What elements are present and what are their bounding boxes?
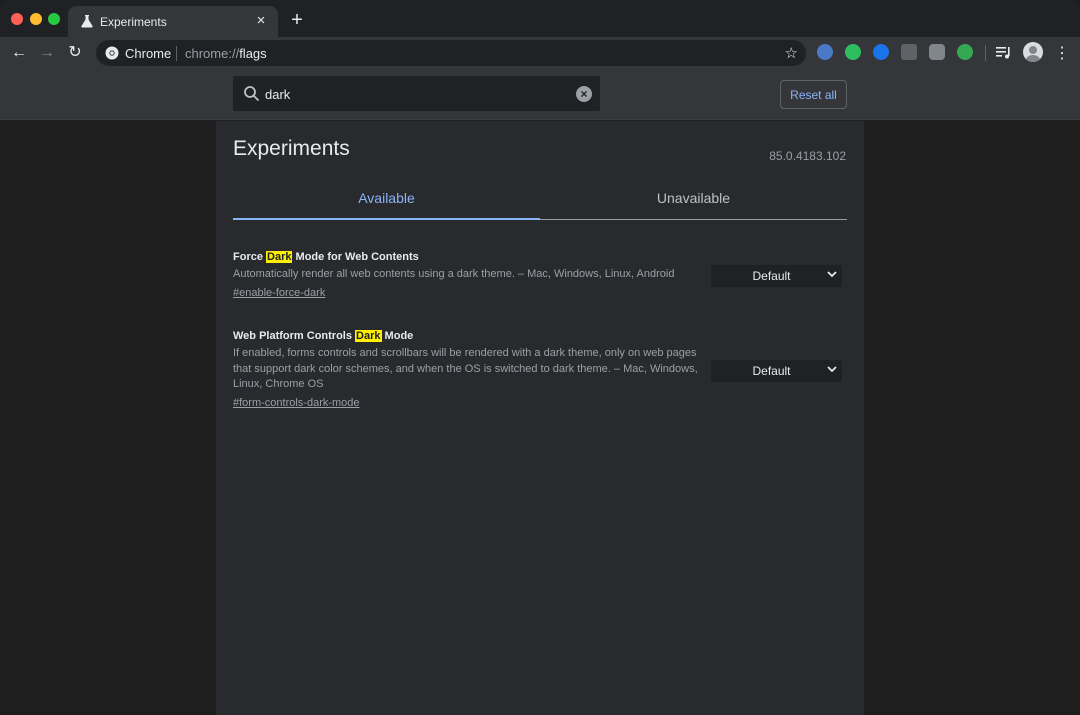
browser-toolbar: ← → ↻ Chrome chrome://flags ☆ ⋮ — [0, 37, 1080, 69]
search-highlight: Dark — [266, 251, 293, 263]
select-value: Default — [752, 364, 791, 378]
search-box[interactable]: × — [233, 76, 600, 111]
close-window-button[interactable] — [11, 13, 23, 25]
clear-search-icon[interactable]: × — [576, 86, 592, 102]
toolbar-divider — [985, 45, 986, 61]
back-button[interactable]: ← — [8, 42, 30, 64]
url-scheme: chrome:// — [185, 46, 240, 61]
flag-anchor-link[interactable]: #enable-force-dark — [233, 287, 325, 299]
flag-entry: Web Platform Controls Dark Mode If enabl… — [233, 330, 847, 411]
flag-title-text: Mode — [381, 330, 414, 342]
eyes-extension-icon[interactable] — [817, 44, 833, 60]
flag-tabs: Available Unavailable — [233, 183, 847, 220]
tab-available[interactable]: Available — [233, 183, 540, 220]
flag-description: If enabled, forms controls and scrollbar… — [233, 347, 698, 390]
version-label: 85.0.4183.102 — [769, 149, 846, 163]
flag-state-select[interactable]: Default — [711, 265, 842, 287]
flag-description: Automatically render all web contents us… — [233, 268, 675, 280]
media-control-icon[interactable] — [996, 46, 1012, 60]
title-bar: Experiments × + — [0, 0, 1080, 37]
flag-title: Force Dark Mode for Web Contents — [233, 251, 847, 263]
evernote-icon[interactable] — [845, 44, 861, 60]
reload-button[interactable]: ↻ — [64, 42, 86, 64]
search-input[interactable] — [265, 84, 565, 104]
chevron-down-icon — [827, 366, 837, 373]
omnibox-chrome-label: Chrome — [125, 46, 172, 61]
flag-title: Web Platform Controls Dark Mode — [233, 330, 847, 342]
flag-state-select[interactable]: Default — [711, 360, 842, 382]
search-highlight: Dark — [355, 330, 382, 342]
tab-title: Experiments — [100, 15, 167, 29]
flag-title-text: Force — [233, 251, 267, 263]
zoom-window-button[interactable] — [48, 13, 60, 25]
url-text: chrome://flags — [185, 46, 267, 61]
search-icon — [244, 86, 260, 102]
flags-header: × Reset all — [0, 69, 1080, 120]
forward-button[interactable]: → — [36, 42, 58, 64]
flag-title-text: Mode for Web Contents — [292, 251, 419, 263]
flag-title-text: Web Platform Controls — [233, 330, 356, 342]
chrome-logo-icon — [105, 46, 119, 60]
bookmark-star-icon[interactable]: ☆ — [785, 44, 798, 62]
shield-extension-icon[interactable] — [929, 44, 945, 60]
fox-extension-icon[interactable] — [901, 44, 917, 60]
browser-tab[interactable]: Experiments × — [68, 6, 278, 37]
select-value: Default — [752, 269, 791, 283]
url-path: flags — [239, 46, 267, 61]
address-bar[interactable]: Chrome chrome://flags ☆ — [96, 40, 806, 66]
profile-avatar-icon[interactable] — [1023, 42, 1043, 62]
flask-icon — [81, 15, 93, 28]
omnibox-divider — [176, 46, 177, 61]
experiments-panel: Experiments 85.0.4183.102 Available Unav… — [216, 121, 864, 715]
tab-close-icon[interactable]: × — [252, 12, 270, 30]
flag-anchor-link[interactable]: #form-controls-dark-mode — [233, 397, 360, 409]
new-tab-button[interactable]: + — [288, 10, 306, 30]
green-y-extension-icon[interactable] — [957, 44, 973, 60]
chevron-down-icon — [827, 271, 837, 278]
minimize-window-button[interactable] — [30, 13, 42, 25]
blue-c-extension-icon[interactable] — [873, 44, 889, 60]
more-menu-icon[interactable]: ⋮ — [1054, 43, 1070, 63]
flag-entry: Force Dark Mode for Web Contents Automat… — [233, 251, 847, 301]
tab-unavailable[interactable]: Unavailable — [540, 183, 847, 220]
reset-all-button[interactable]: Reset all — [780, 80, 847, 109]
page-title: Experiments — [233, 137, 350, 160]
